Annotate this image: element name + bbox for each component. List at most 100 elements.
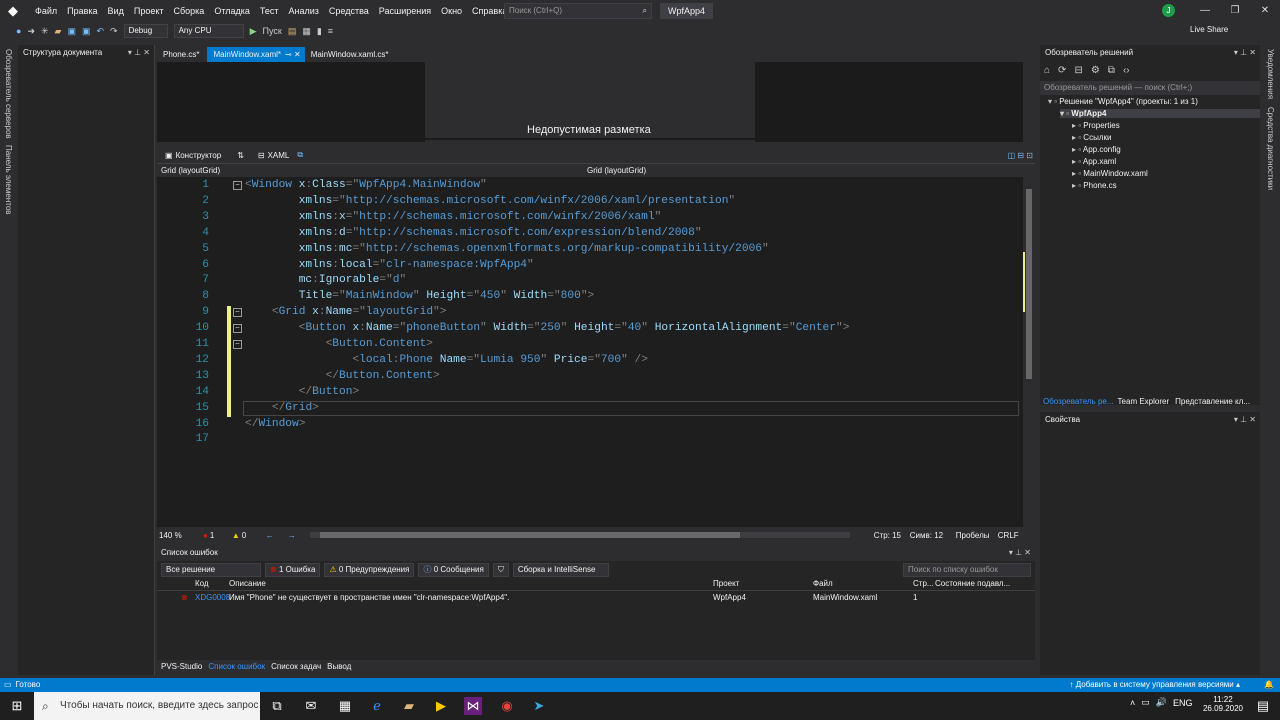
errors-filter-button[interactable]: ⊗ 1 Ошибка	[265, 563, 321, 577]
fold-toggle-icon[interactable]: −	[233, 340, 242, 349]
close-button[interactable]: ✕	[1250, 0, 1280, 22]
redo-icon[interactable]: ↷	[110, 26, 118, 37]
nav-left-select[interactable]: Grid (layoutGrid)	[157, 166, 587, 175]
live-share-button[interactable]: Live Share	[1190, 25, 1228, 34]
taskbar-search-input[interactable]: ⌕ Чтобы начать поиск, введите здесь запр…	[34, 692, 260, 720]
menu-item-1[interactable]: Правка	[62, 0, 102, 22]
media-player-icon[interactable]: ▶	[432, 697, 450, 715]
bottom-tab-1[interactable]: Список ошибок	[208, 660, 265, 674]
menu-item-6[interactable]: Тест	[255, 0, 284, 22]
user-avatar[interactable]: J	[1162, 4, 1175, 17]
solution-tree-item[interactable]: ▸ ▫ Phone.cs	[1072, 181, 1117, 190]
col-project[interactable]: Проект	[713, 579, 739, 588]
code-line[interactable]: <local:Phone Name="Lumia 950" Price="700…	[245, 354, 648, 366]
horizontal-scrollbar[interactable]	[309, 532, 850, 538]
menu-item-8[interactable]: Средства	[324, 0, 374, 22]
col-suppression[interactable]: Состояние подавл...	[935, 579, 1010, 588]
code-line[interactable]: xmlns="http://schemas.microsoft.com/winf…	[245, 195, 735, 207]
warnings-filter-button[interactable]: ⚠ 0 Предупреждения	[324, 563, 415, 577]
code-line[interactable]: xmlns:x="http://schemas.microsoft.com/wi…	[245, 211, 662, 223]
menu-item-4[interactable]: Сборка	[169, 0, 210, 22]
tray-up-icon[interactable]: ˄	[1130, 698, 1135, 708]
editor-tab-1[interactable]: MainWindow.xaml*	[207, 47, 288, 62]
toolbox-tab[interactable]: Панель элементов	[4, 145, 13, 215]
error-icon[interactable]: ●	[203, 531, 208, 540]
chrome-icon[interactable]: ◉	[498, 697, 516, 715]
scope-select[interactable]: Все решение	[161, 563, 261, 577]
bottom-tab-3[interactable]: Вывод	[327, 660, 351, 674]
menu-item-0[interactable]: Файл	[30, 0, 62, 22]
search-input[interactable]: Поиск (Ctrl+Q) ⌕	[504, 3, 652, 19]
open-icon[interactable]: ▰	[55, 26, 62, 37]
solution-tree-item[interactable]: ▸ ▫ Properties	[1072, 121, 1120, 130]
bookmark-icon[interactable]: ▮	[317, 26, 322, 37]
error-search-input[interactable]: Поиск по списку ошибок	[903, 563, 1031, 577]
maximize-button[interactable]: ❐	[1220, 0, 1250, 22]
tab-pin-close-icon[interactable]: ⊸ ✕	[285, 47, 305, 62]
nav-forward-icon[interactable]: →	[288, 531, 296, 540]
screenshot-icon[interactable]: ▦	[302, 26, 311, 37]
configuration-select[interactable]: Debug	[123, 24, 168, 38]
code-line[interactable]: </Grid>	[245, 402, 319, 414]
tab-team-explorer[interactable]: Team Explorer	[1118, 397, 1170, 406]
forward-icon[interactable]: ➜	[27, 26, 35, 37]
home-icon[interactable]: ⌂	[1044, 65, 1050, 76]
menu-item-3[interactable]: Проект	[129, 0, 169, 22]
warning-icon[interactable]: ▲	[232, 531, 240, 540]
nav-back-icon[interactable]: ←	[266, 531, 274, 540]
network-icon[interactable]: ▭	[1141, 697, 1150, 708]
file-explorer-icon[interactable]: ▰	[400, 697, 418, 715]
bottom-tab-0[interactable]: PVS-Studio	[161, 660, 202, 674]
solution-tree-item[interactable]: ▸ ▫ MainWindow.xaml	[1072, 169, 1148, 178]
code-line[interactable]: xmlns:d="http://schemas.microsoft.com/ex…	[245, 227, 702, 239]
messages-filter-button[interactable]: ⓘ 0 Сообщения	[418, 563, 489, 577]
code-line[interactable]: </Button>	[245, 386, 359, 398]
vertical-scrollbar[interactable]	[1023, 177, 1035, 527]
bottom-tab-2[interactable]: Список задач	[271, 660, 321, 674]
solution-search-input[interactable]: Обозреватель решений — поиск (Ctrl+;)	[1040, 81, 1260, 95]
save-icon[interactable]: ▣	[67, 26, 76, 37]
col-description[interactable]: Описание	[229, 579, 266, 588]
panel-options-icon[interactable]: ▾ ⊥ ✕	[1234, 412, 1256, 428]
edge-icon[interactable]: ℯ	[368, 697, 386, 715]
solution-tree-item[interactable]: ▾ ▫ WpfApp4	[1060, 109, 1260, 118]
fold-toggle-icon[interactable]: −	[233, 324, 242, 334]
diagnostics-tab[interactable]: Средства диагностики	[1266, 107, 1275, 190]
platform-select[interactable]: Any CPU	[173, 24, 244, 38]
menu-item-7[interactable]: Анализ	[284, 0, 324, 22]
code-editor[interactable]: 1 <Window x:Class="WpfApp4.MainWindow" 2 x…	[157, 177, 1023, 527]
collapse-icon[interactable]: ⊟	[1074, 65, 1082, 76]
code-line[interactable]: </Window>	[245, 418, 305, 430]
notifications-tab[interactable]: Уведомления	[1266, 49, 1275, 99]
code-line[interactable]: <Grid x:Name="layoutGrid">	[245, 306, 447, 318]
col-file[interactable]: Файл	[813, 579, 833, 588]
code-line[interactable]: mc:Ignorable="d"	[245, 274, 406, 286]
error-count[interactable]: 1	[210, 531, 232, 540]
code-line[interactable]: Title="MainWindow" Height="450" Width="8…	[245, 290, 595, 302]
panel-options-icon[interactable]: ▾ ⊥ ✕	[1234, 45, 1256, 61]
filter-icon[interactable]: ⛉	[492, 563, 509, 577]
xaml-tab[interactable]: XAML	[268, 151, 290, 160]
properties-icon[interactable]: ⚙	[1091, 65, 1100, 76]
notifications-icon[interactable]: ▤	[1254, 697, 1272, 715]
col-line[interactable]: Стр...	[913, 579, 934, 588]
code-line[interactable]: <Button.Content>	[245, 338, 433, 350]
back-icon[interactable]: ●	[16, 26, 21, 36]
run-icon[interactable]: ▶	[250, 26, 257, 37]
menu-item-10[interactable]: Окно	[436, 0, 467, 22]
fold-toggle-icon[interactable]: −	[233, 181, 242, 190]
undo-icon[interactable]: ↶	[96, 26, 104, 37]
table-row[interactable]: ⊗ XDG0008 Имя "Phone" не существует в пр…	[157, 593, 1035, 605]
popout-icon[interactable]: ⧉	[297, 150, 303, 160]
clock[interactable]: 11:22 26.09.2020	[1202, 695, 1244, 713]
sync-icon[interactable]: ⟳	[1058, 65, 1066, 76]
menu-item-2[interactable]: Вид	[103, 0, 129, 22]
panel-options-icon[interactable]: ▾ ⊥ ✕	[1009, 545, 1031, 561]
new-project-icon[interactable]: ✳	[41, 26, 49, 37]
visual-studio-taskbar-icon[interactable]: ⋈	[464, 697, 482, 715]
panel-options-icon[interactable]: ▾ ⊥ ✕	[128, 45, 150, 61]
solution-tree-item[interactable]: ▾ ▫ Решение "WpfApp4" (проекты: 1 из 1)	[1048, 97, 1198, 106]
tool-icon[interactable]: ▤	[288, 26, 297, 37]
tab-solution-explorer[interactable]: Обозреватель ре...	[1043, 397, 1114, 406]
code-line[interactable]: </Button.Content>	[245, 370, 440, 382]
